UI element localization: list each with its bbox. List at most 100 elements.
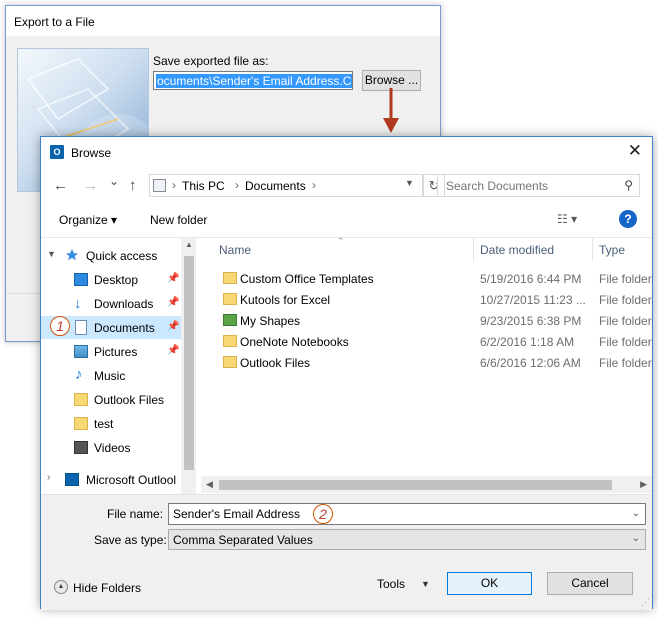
nav-label: Outlook Files	[94, 393, 165, 407]
change-view-icon[interactable]: ☷ ▾	[557, 212, 577, 226]
file-list: ⌃ Name Date modified Type Custom Office …	[201, 238, 652, 494]
file-date: 6/2/2016 1:18 AM	[480, 335, 575, 349]
scroll-left-icon[interactable]: ◀	[206, 479, 213, 490]
hide-folders-label: Hide Folders	[73, 581, 142, 595]
nav-item-downloads[interactable]: ↓ Downloads 📌	[41, 292, 196, 315]
nav-item-microsoft-outlook[interactable]: › Microsoft Outlool	[41, 468, 196, 491]
file-row[interactable]: Outlook Files 6/6/2016 12:06 AM File fol…	[201, 352, 652, 373]
file-name-label: File name:	[107, 507, 164, 521]
chevron-down-icon[interactable]: ⌄	[632, 508, 640, 519]
new-folder-button[interactable]: New folder	[150, 213, 207, 227]
close-icon[interactable]: ✕	[628, 141, 642, 161]
search-icon[interactable]: ⚲	[624, 178, 633, 192]
column-date-modified[interactable]: Date modified	[480, 243, 554, 257]
export-path-field[interactable]: ocuments\Sender's Email Address.CSV	[153, 71, 353, 90]
scrollbar-thumb[interactable]	[184, 256, 194, 470]
ok-button[interactable]: OK	[447, 572, 532, 595]
file-name: Custom Office Templates	[240, 272, 374, 286]
scroll-right-icon[interactable]: ▶	[640, 479, 647, 490]
save-as-type-select[interactable]: Comma Separated Values ⌄	[168, 529, 646, 550]
file-row[interactable]: Kutools for Excel 10/27/2015 11:23 ... F…	[201, 289, 652, 310]
save-panel: File name: ⌄ Save as type: Comma Separat…	[41, 494, 652, 610]
file-row[interactable]: My Shapes 9/23/2015 6:38 PM File folder	[201, 310, 652, 331]
nav-label: Quick access	[86, 249, 158, 263]
browse-dialog: O Browse ✕ ← → ⌄ ↑ › This PC › Documents…	[40, 136, 653, 610]
column-divider[interactable]	[592, 238, 593, 261]
folder-icon	[223, 293, 237, 305]
nav-label: test	[94, 417, 114, 431]
nav-label: Videos	[94, 441, 131, 455]
cancel-button[interactable]: Cancel	[547, 572, 633, 595]
breadcrumb-separator: ›	[235, 178, 239, 192]
file-row[interactable]: Custom Office Templates 5/19/2016 6:44 P…	[201, 268, 652, 289]
desktop-icon	[74, 273, 88, 286]
arrow-down-icon	[383, 88, 399, 133]
file-date: 6/6/2016 12:06 AM	[480, 356, 581, 370]
file-type: File folder	[599, 314, 652, 328]
nav-item-pictures[interactable]: Pictures 📌	[41, 340, 196, 363]
pin-icon[interactable]: 📌	[167, 273, 179, 284]
chevron-up-icon: ▲	[54, 580, 68, 594]
this-pc-icon	[153, 179, 166, 192]
tools-button[interactable]: Tools ▼	[377, 577, 430, 591]
nav-item-desktop[interactable]: Desktop 📌	[41, 268, 196, 291]
search-input[interactable]	[438, 175, 626, 196]
file-list-horizontal-scrollbar[interactable]: ◀ ▶	[201, 476, 652, 493]
folder-icon	[223, 272, 237, 284]
breadcrumb-documents[interactable]: Documents	[245, 179, 306, 193]
help-icon[interactable]: ?	[619, 210, 637, 228]
save-exported-label: Save exported file as:	[153, 54, 269, 68]
video-icon	[74, 441, 88, 454]
breadcrumb-separator: ›	[172, 178, 176, 192]
breadcrumb-this-pc[interactable]: This PC	[182, 179, 225, 193]
column-divider[interactable]	[473, 238, 474, 261]
shapes-folder-icon	[223, 314, 237, 326]
navigation-pane: ▼ Quick access Desktop 📌 ↓ Downloads 📌 D…	[41, 238, 196, 494]
nav-item-videos[interactable]: Videos	[41, 436, 196, 459]
nav-item-music[interactable]: ♪ Music	[41, 364, 196, 387]
back-icon[interactable]: ←	[53, 177, 68, 194]
sort-ascending-icon: ⌃	[337, 238, 345, 246]
column-type[interactable]: Type	[599, 243, 625, 257]
file-date: 9/23/2015 6:38 PM	[480, 314, 582, 328]
column-name[interactable]: Name	[219, 243, 251, 257]
file-row[interactable]: OneNote Notebooks 6/2/2016 1:18 AM File …	[201, 331, 652, 352]
expand-chevron-icon[interactable]: ▼	[47, 249, 56, 259]
file-type: File folder	[599, 272, 652, 286]
save-as-type-label: Save as type:	[94, 533, 167, 547]
forward-icon[interactable]: →	[83, 177, 98, 194]
pin-icon[interactable]: 📌	[167, 345, 179, 356]
folder-icon	[74, 417, 88, 430]
nav-item-quick-access[interactable]: ▼ Quick access	[41, 244, 196, 267]
search-box: ⚲	[437, 174, 640, 197]
file-name-input[interactable]	[169, 504, 623, 524]
file-date: 5/19/2016 6:44 PM	[480, 272, 582, 286]
nav-item-outlook-files[interactable]: Outlook Files	[41, 388, 196, 411]
file-type: File folder	[599, 356, 652, 370]
address-dropdown-icon[interactable]: ▼	[405, 178, 414, 188]
pin-icon[interactable]: 📌	[167, 321, 179, 332]
scrollbar-thumb[interactable]	[219, 480, 612, 490]
chevron-down-icon[interactable]: ⌄	[632, 533, 640, 544]
outlook-icon: O	[50, 145, 64, 159]
nav-label: Music	[94, 369, 126, 383]
file-name: Outlook Files	[240, 356, 311, 370]
scroll-up-icon[interactable]: ▲	[185, 240, 193, 249]
up-folder-icon[interactable]: ↑	[129, 177, 137, 194]
star-icon	[65, 248, 79, 261]
nav-label: Pictures	[94, 345, 138, 359]
expand-chevron-icon[interactable]: ›	[47, 472, 50, 483]
music-icon: ♪	[75, 366, 83, 383]
file-type: File folder	[599, 335, 652, 349]
nav-label: Documents	[94, 321, 155, 335]
file-name: OneNote Notebooks	[240, 335, 349, 349]
organize-button[interactable]: Organize ▾	[59, 213, 117, 227]
address-bar[interactable]: › This PC › Documents ›	[149, 174, 423, 197]
document-icon	[75, 320, 87, 335]
nav-item-test[interactable]: test	[41, 412, 196, 435]
resize-grip-icon[interactable]: ⋰	[641, 597, 650, 608]
save-as-type-value: Comma Separated Values	[173, 533, 313, 547]
recent-locations-icon[interactable]: ⌄	[109, 174, 119, 188]
pin-icon[interactable]: 📌	[167, 297, 179, 308]
nav-pane-scrollbar[interactable]: ▲	[181, 238, 196, 494]
